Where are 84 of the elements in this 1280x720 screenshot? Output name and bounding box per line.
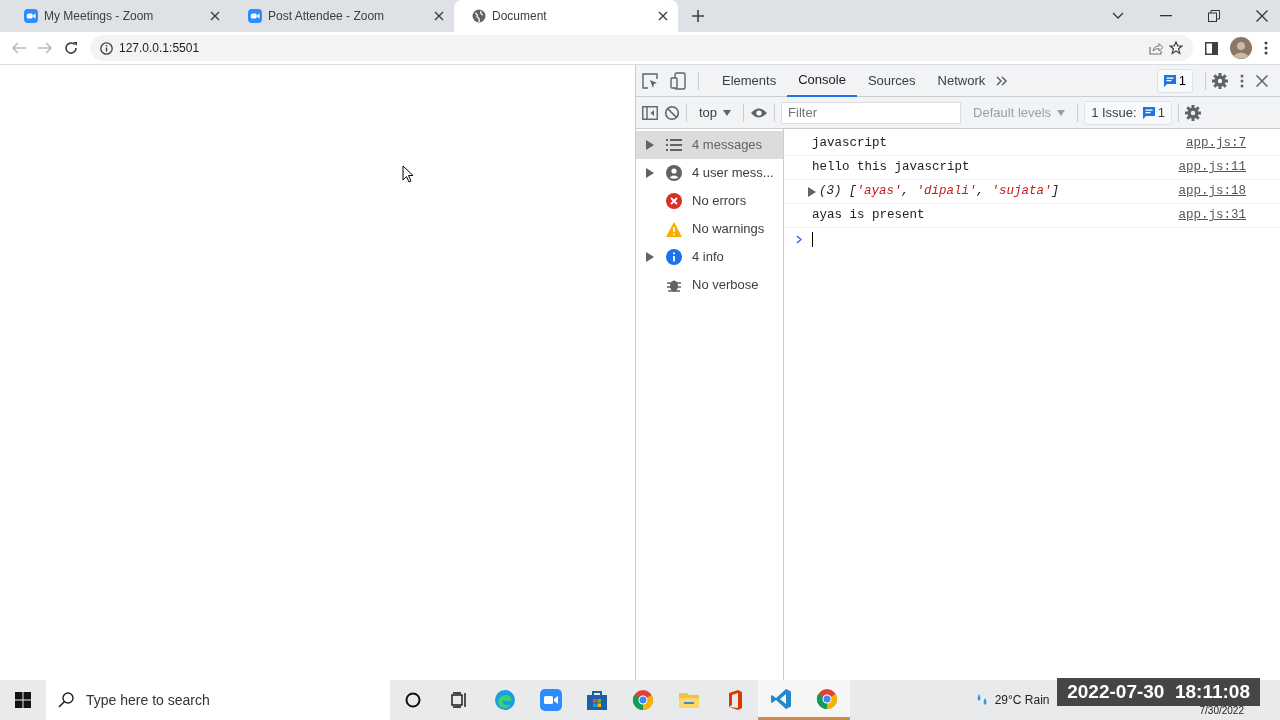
- messages-button[interactable]: 1: [1156, 68, 1193, 93]
- source-link[interactable]: app.js:7: [1186, 134, 1246, 153]
- task-view-icon[interactable]: [451, 692, 467, 708]
- info-icon: [666, 249, 682, 265]
- video-camera-icon: [248, 9, 262, 23]
- inspect-icon[interactable]: [642, 72, 658, 89]
- taskbar-search[interactable]: Type here to search: [46, 680, 390, 720]
- sidebar-item[interactable]: No errors: [636, 187, 783, 215]
- info-icon: [100, 41, 113, 55]
- new-tab-icon[interactable]: [692, 10, 704, 22]
- caret-icon: [723, 109, 732, 116]
- avatar-icon[interactable]: [1230, 37, 1252, 59]
- star-icon[interactable]: [1169, 41, 1183, 55]
- caret-icon: [1057, 109, 1066, 116]
- eye-icon[interactable]: [750, 106, 769, 119]
- browser-tab[interactable]: Document: [454, 0, 678, 32]
- context-dropdown[interactable]: top: [693, 102, 738, 123]
- sidebar-item[interactable]: No warnings: [636, 215, 783, 243]
- error-icon: [666, 193, 682, 209]
- user-icon: [666, 165, 682, 181]
- chrome-icon: [632, 689, 654, 711]
- message-icon: [1142, 106, 1155, 119]
- globe-icon: [472, 9, 486, 23]
- settings-icon[interactable]: [1212, 72, 1228, 89]
- browser-tab[interactable]: Post Attendee - Zoom: [230, 0, 454, 32]
- close-icon[interactable]: [210, 11, 220, 21]
- minimize-icon[interactable]: [1160, 15, 1172, 17]
- close-icon[interactable]: [1256, 74, 1268, 87]
- sidebar-toggle-icon[interactable]: [642, 105, 658, 120]
- chrome-icon: [816, 687, 838, 710]
- side-panel-icon[interactable]: [1205, 41, 1218, 55]
- weather-widget[interactable]: 29°C Rain: [974, 691, 1050, 709]
- panel-tab[interactable]: Elements: [711, 64, 788, 97]
- taskbar-app[interactable]: [758, 680, 804, 720]
- panel-tab[interactable]: Sources: [856, 64, 927, 97]
- more-icon[interactable]: [1240, 73, 1244, 88]
- code-editor-icon: [770, 687, 792, 710]
- source-link[interactable]: app.js:11: [1178, 158, 1246, 177]
- array-preview: (3) ['ayas', 'dipali', 'sujata']: [819, 183, 1060, 201]
- list-icon: [666, 139, 682, 151]
- taskbar-date: 7/30/2022: [1199, 704, 1244, 718]
- close-icon[interactable]: [1256, 10, 1268, 22]
- settings-icon[interactable]: [1184, 104, 1201, 121]
- chevron-down-icon[interactable]: [1112, 12, 1124, 20]
- console-message: hello this javascript: [812, 159, 970, 177]
- restore-icon[interactable]: [1208, 10, 1220, 22]
- console-message: ayas is present: [812, 207, 925, 225]
- reload-icon[interactable]: [64, 41, 78, 55]
- expand-arrow-icon: [646, 252, 654, 262]
- expand-arrow-icon: [646, 140, 654, 150]
- expand-arrow-icon: [646, 168, 654, 178]
- source-link[interactable]: app.js:31: [1178, 206, 1246, 225]
- sidebar-item[interactable]: 4 user mess...: [636, 159, 783, 187]
- close-icon[interactable]: [434, 11, 444, 21]
- recording-timestamp: 2022-07-30 18:11:08: [1057, 678, 1260, 706]
- address-bar[interactable]: 127.0.0.1:5501: [90, 35, 1193, 61]
- taskbar-app[interactable]: [804, 680, 850, 720]
- store-icon: [586, 689, 608, 711]
- warning-icon: [666, 221, 682, 237]
- expand-arrow-icon: [808, 186, 816, 197]
- sidebar-item[interactable]: 4 info: [636, 243, 783, 271]
- edge-icon: [494, 689, 516, 711]
- prompt-icon: [796, 235, 802, 244]
- console-message: javascript: [812, 135, 887, 153]
- close-icon[interactable]: [658, 11, 668, 21]
- circle-icon[interactable]: [405, 692, 421, 708]
- mouse-pointer-icon: [402, 165, 414, 183]
- browser-tab[interactable]: My Meetings - Zoom: [6, 0, 230, 32]
- search-icon: [58, 692, 74, 708]
- video-camera-icon: [24, 9, 38, 23]
- panel-tab[interactable]: Network: [926, 64, 997, 97]
- more-tabs-icon[interactable]: [996, 75, 1009, 86]
- device-toolbar-icon[interactable]: [670, 71, 686, 90]
- issues-button[interactable]: 1 Issue: 1: [1084, 100, 1172, 125]
- share-icon[interactable]: [1149, 41, 1163, 55]
- message-icon: [1163, 74, 1176, 87]
- filter-field[interactable]: Filter: [781, 101, 962, 124]
- more-icon[interactable]: [1264, 41, 1268, 55]
- sidebar-item[interactable]: 4 messages: [636, 131, 783, 159]
- sidebar-item[interactable]: No verbose: [636, 271, 783, 299]
- video-camera-icon: [540, 689, 562, 711]
- start-icon[interactable]: [15, 692, 31, 708]
- source-link[interactable]: app.js:18: [1178, 182, 1246, 201]
- clear-console-icon[interactable]: [664, 104, 680, 121]
